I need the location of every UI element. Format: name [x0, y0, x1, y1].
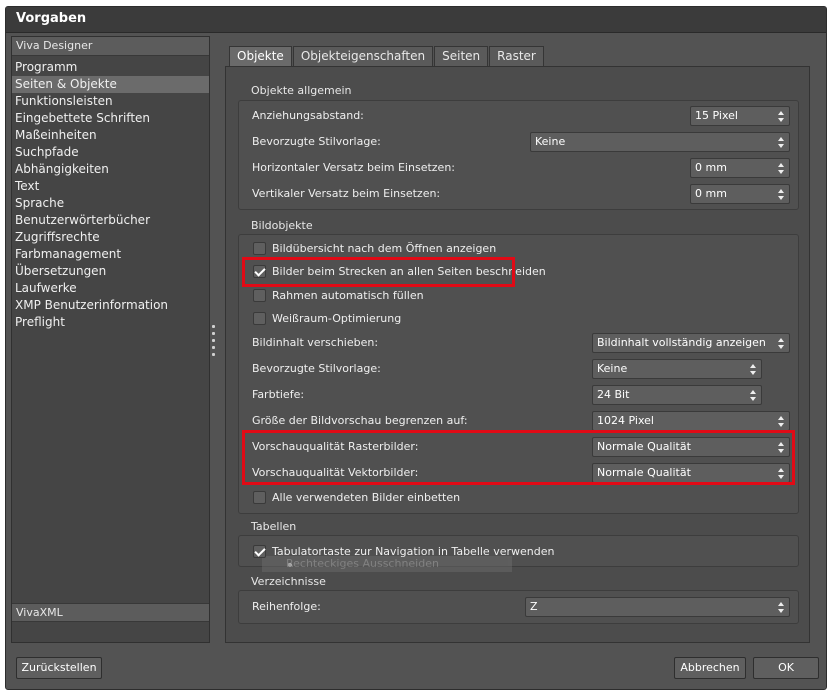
checkbox-row-weissraum[interactable]: Weißraum-Optimierung: [253, 309, 401, 327]
checkbox-row-bilduebersicht[interactable]: Bildübersicht nach dem Öffnen anzeigen: [253, 239, 496, 257]
sidebar-item-preflight[interactable]: Preflight: [12, 314, 209, 331]
tab-objekteigenschaften[interactable]: Objekteigenschaften: [292, 46, 434, 66]
sidebar-item-benutzerwoerterbuecher[interactable]: Benutzerwörterbücher: [12, 212, 209, 229]
weissraum-checkbox[interactable]: [253, 311, 266, 325]
bilduebersicht-checkbox[interactable]: [253, 241, 266, 255]
label-bildvorschau-groesse: Größe der Bildvorschau begrenzen auf:: [252, 414, 468, 427]
horizontaler-versatz-stepper[interactable]: 0 mm: [690, 158, 790, 178]
sidebar-item-masseinheiten[interactable]: Maßeinheiten: [12, 127, 209, 144]
anziehungsabstand-stepper[interactable]: 15 Pixel: [690, 106, 790, 126]
label-anziehungsabstand: Anziehungsabstand:: [252, 109, 364, 122]
stilvorlage-bild-select[interactable]: Keine: [592, 359, 762, 379]
up-down-arrows-icon: [750, 361, 757, 377]
sidebar-item-zugriffsrechte[interactable]: Zugriffsrechte: [12, 229, 209, 246]
stilvorlage-objekte-select[interactable]: Keine: [530, 132, 790, 152]
up-down-arrows-icon[interactable]: [778, 160, 785, 176]
sidebar-header-viva-designer[interactable]: Viva Designer: [12, 37, 209, 56]
splitter-grip-icon[interactable]: [212, 325, 216, 359]
sidebar-item-eingebettete-schriften[interactable]: Eingebettete Schriften: [12, 110, 209, 127]
sidebar-item-funktionsleisten[interactable]: Funktionsleisten: [12, 93, 209, 110]
label-farbtiefe: Farbtiefe:: [252, 388, 305, 401]
group-title-tabellen: Tabellen: [251, 520, 297, 533]
vertikaler-versatz-value: 0 mm: [695, 187, 727, 200]
reihenfolge-select[interactable]: Z: [525, 597, 790, 617]
title-bar: Vorgaben: [6, 7, 826, 33]
up-down-arrows-icon[interactable]: [778, 413, 785, 429]
up-down-arrows-icon: [750, 387, 757, 403]
sidebar-item-xmp-benutzerinformation[interactable]: XMP Benutzerinformation: [12, 297, 209, 314]
sidebar-item-sprache[interactable]: Sprache: [12, 195, 209, 212]
group-title-bildobjekte: Bildobjekte: [251, 219, 313, 232]
up-down-arrows-icon: [778, 134, 785, 150]
rahmen-label: Rahmen automatisch füllen: [272, 288, 424, 302]
bilduebersicht-label: Bildübersicht nach dem Öffnen anzeigen: [272, 241, 497, 255]
tab-bar: Objekte Objekteigenschaften Seiten Raste…: [229, 46, 545, 66]
label-stilvorlage-bild: Bevorzugte Stilvorlage:: [252, 362, 381, 375]
up-down-arrows-icon: [778, 599, 785, 615]
stilvorlage-bild-value: Keine: [597, 362, 628, 375]
vertikaler-versatz-stepper[interactable]: 0 mm: [690, 184, 790, 204]
sidebar-item-text[interactable]: Text: [12, 178, 209, 195]
group-title-objekte-allgemein: Objekte allgemein: [251, 84, 352, 97]
label-stilvorlage-objekte: Bevorzugte Stilvorlage:: [252, 135, 381, 148]
sidebar-item-seiten-objekte[interactable]: Seiten & Objekte: [12, 76, 209, 93]
stilvorlage-objekte-value: Keine: [535, 135, 566, 148]
tabulator-checkbox[interactable]: [253, 544, 266, 558]
anziehungsabstand-value: 15 Pixel: [695, 109, 738, 122]
sidebar-item-suchpfade[interactable]: Suchpfade: [12, 144, 209, 161]
up-down-arrows-icon: [778, 335, 785, 351]
sidebar-item-programm[interactable]: Programm: [12, 59, 209, 76]
checkbox-row-einbetten[interactable]: Alle verwendeten Bilder einbetten: [253, 488, 460, 506]
tabulator-label: Tabulatortaste zur Navigation in Tabelle…: [272, 544, 555, 558]
sidebar-bottom-area: [12, 624, 209, 642]
bildinhalt-verschieben-value: Bildinhalt vollständig anzeigen: [597, 336, 766, 349]
reihenfolge-value: Z: [530, 600, 538, 613]
sidebar-item-abhaengigkeiten[interactable]: Abhängigkeiten: [12, 161, 209, 178]
reset-button[interactable]: Zurückstellen: [16, 657, 102, 679]
cancel-button[interactable]: Abbrechen: [674, 657, 746, 679]
label-vertikaler-versatz: Vertikaler Versatz beim Einsetzen:: [252, 187, 441, 200]
bildvorschau-groesse-stepper[interactable]: 1024 Pixel: [592, 411, 790, 431]
bildinhalt-verschieben-select[interactable]: Bildinhalt vollständig anzeigen: [592, 333, 790, 353]
label-horizontaler-versatz: Horizontaler Versatz beim Einsetzen:: [252, 161, 455, 174]
sidebar: Viva Designer Programm Seiten & Objekte …: [11, 36, 210, 643]
farbtiefe-value: 24 Bit: [597, 388, 630, 401]
sidebar-list: Programm Seiten & Objekte Funktionsleist…: [12, 59, 209, 331]
tab-raster[interactable]: Raster: [489, 46, 544, 66]
checkbox-row-tabulator[interactable]: Tabulatortaste zur Navigation in Tabelle…: [253, 542, 554, 560]
group-title-verzeichnisse: Verzeichnisse: [251, 575, 326, 588]
label-bildinhalt-verschieben: Bildinhalt verschieben:: [252, 336, 379, 349]
farbtiefe-select[interactable]: 24 Bit: [592, 385, 762, 405]
sidebar-header-vivaxml[interactable]: VivaXML: [12, 603, 209, 622]
sidebar-item-farbmanagement[interactable]: Farbmanagement: [12, 246, 209, 263]
sidebar-item-laufwerke[interactable]: Laufwerke: [12, 280, 209, 297]
weissraum-label: Weißraum-Optimierung: [272, 311, 402, 325]
horizontaler-versatz-value: 0 mm: [695, 161, 727, 174]
bildvorschau-groesse-value: 1024 Pixel: [597, 414, 654, 427]
highlight-box-strecken: [242, 257, 515, 287]
window-title: Vorgaben: [16, 11, 87, 26]
checkbox-row-rahmen[interactable]: Rahmen automatisch füllen: [253, 286, 424, 304]
sidebar-item-uebersetzungen[interactable]: Übersetzungen: [12, 263, 209, 280]
tab-seiten[interactable]: Seiten: [434, 46, 489, 66]
up-down-arrows-icon[interactable]: [778, 186, 785, 202]
einbetten-label: Alle verwendeten Bilder einbetten: [272, 490, 461, 504]
tab-objekte[interactable]: Objekte: [229, 46, 292, 66]
drag-ghost-dot-icon: [288, 563, 292, 567]
ok-button[interactable]: OK: [753, 657, 819, 679]
up-down-arrows-icon[interactable]: [778, 108, 785, 124]
label-reihenfolge: Reihenfolge:: [252, 600, 321, 613]
highlight-box-vorschauqualitaet: [242, 430, 795, 485]
einbetten-checkbox[interactable]: [253, 490, 266, 504]
rahmen-checkbox[interactable]: [253, 288, 266, 302]
